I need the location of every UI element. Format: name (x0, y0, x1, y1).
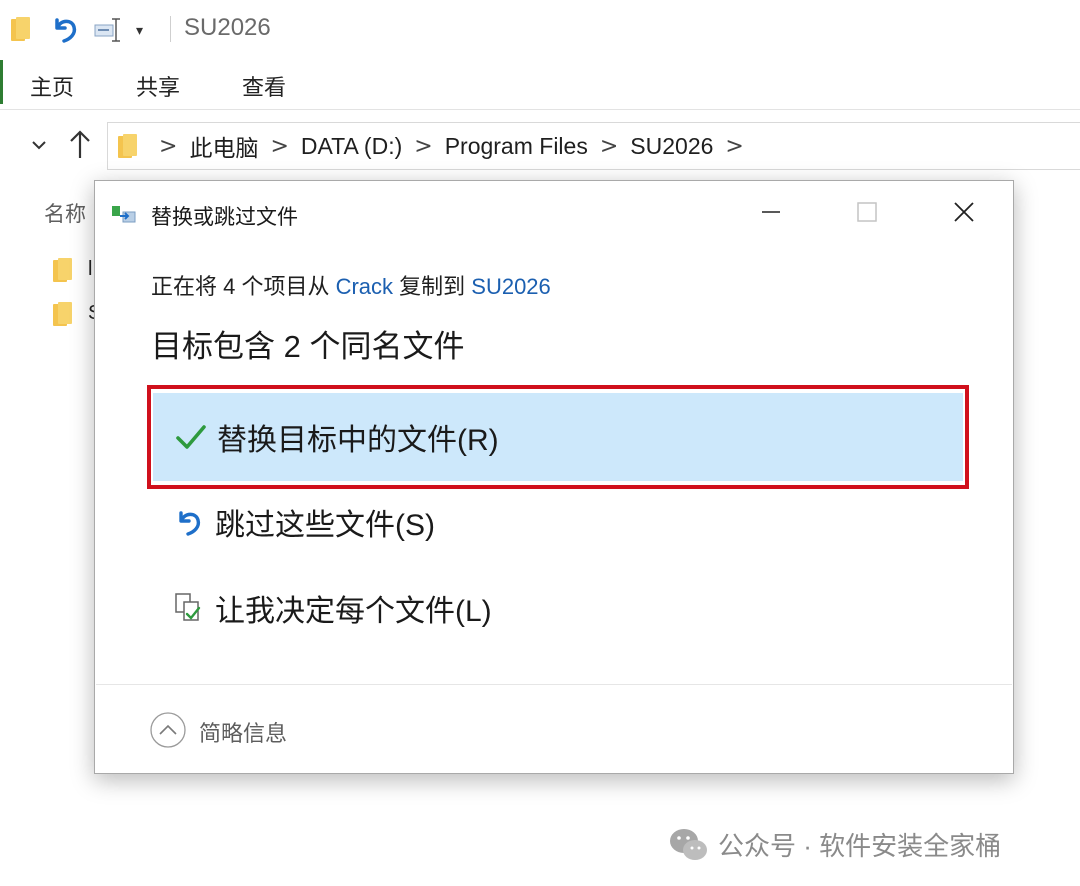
collapse-details-icon[interactable] (149, 711, 187, 749)
replace-files-option[interactable]: 替换目标中的文件(R) (153, 393, 963, 481)
breadcrumb-this-pc[interactable]: 此电脑 (189, 129, 258, 163)
watermark-text: 公众号 · 软件安装全家桶 (718, 831, 1002, 861)
fewer-details-toggle[interactable]: 简略信息 (199, 716, 287, 748)
properties-icon[interactable] (93, 16, 123, 44)
tab-share[interactable]: 共享 (136, 70, 180, 102)
folder-icon (118, 134, 137, 158)
minimize-icon (762, 211, 780, 213)
dialog-title: 替换或跳过文件 (151, 206, 298, 229)
minimize-button[interactable] (747, 191, 795, 233)
breadcrumb-separator[interactable]: > (159, 134, 177, 159)
replace-or-skip-dialog: 替换或跳过文件 正在将 4 个项目从 Crack 复制到 SU2026 目标包含… (94, 180, 1014, 774)
folder-icon (53, 302, 72, 326)
conflict-heading: 目标包含 2 个同名文件 (151, 329, 465, 364)
maximize-icon (857, 202, 877, 222)
skip-files-label: 跳过这些文件(S) (215, 509, 435, 542)
toolbar-divider (170, 16, 171, 42)
list-item-label: l (88, 258, 93, 280)
checkmark-icon (173, 419, 209, 455)
copy-transfer-icon (112, 206, 136, 223)
chevron-down-icon[interactable]: ▾ (136, 22, 143, 39)
column-header-name[interactable]: 名称 (44, 198, 86, 228)
recent-locations-chevron-icon[interactable] (28, 134, 50, 156)
breadcrumb-program-files[interactable]: Program Files (445, 133, 588, 160)
quick-access-toolbar: ▾ SU2026 (0, 0, 1080, 58)
up-arrow-icon[interactable] (66, 128, 94, 162)
replace-files-label: 替换目标中的文件(R) (217, 424, 499, 457)
close-button[interactable] (940, 191, 988, 233)
undo-icon[interactable] (50, 14, 80, 44)
maximize-button (843, 191, 891, 233)
tab-home[interactable]: 主页 (30, 70, 74, 102)
ribbon-accent-bar (0, 60, 3, 104)
close-icon (954, 202, 974, 222)
compare-files-icon (171, 590, 207, 626)
skip-files-option[interactable]: 跳过这些文件(S) (151, 479, 965, 565)
copy-progress-info: 正在将 4 个项目从 Crack 复制到 SU2026 (151, 269, 551, 301)
list-item[interactable]: l (52, 256, 94, 286)
tab-view[interactable]: 查看 (242, 70, 286, 102)
address-bar[interactable]: > 此电脑 > DATA (D:) > Program Files > SU20… (107, 122, 1080, 170)
folder-icon[interactable] (10, 16, 32, 42)
breadcrumb-separator[interactable]: > (600, 134, 618, 159)
breadcrumb-separator[interactable]: > (414, 134, 432, 159)
skip-arrow-icon (171, 504, 207, 540)
info-middle: 复制到 (393, 274, 472, 299)
decide-each-file-option[interactable]: 让我决定每个文件(L) (151, 565, 965, 651)
ribbon-tabs: 主页 共享 查看 (0, 58, 1080, 110)
destination-folder-link[interactable]: SU2026 (471, 274, 551, 299)
source-folder-link[interactable]: Crack (336, 274, 393, 299)
list-item[interactable]: S (52, 300, 101, 330)
decide-each-file-label: 让我决定每个文件(L) (215, 595, 492, 628)
folder-icon (53, 258, 72, 282)
dialog-divider (96, 684, 1012, 685)
window-title: SU2026 (184, 14, 271, 41)
breadcrumb-separator[interactable]: > (725, 134, 743, 159)
breadcrumb-separator[interactable]: > (270, 134, 288, 159)
breadcrumb-su2026[interactable]: SU2026 (630, 133, 713, 160)
dialog-titlebar[interactable]: 替换或跳过文件 (95, 181, 1013, 243)
wechat-logo-icon (670, 829, 707, 860)
info-prefix: 正在将 4 个项目从 (151, 274, 336, 299)
breadcrumb-data-drive[interactable]: DATA (D:) (301, 133, 402, 160)
